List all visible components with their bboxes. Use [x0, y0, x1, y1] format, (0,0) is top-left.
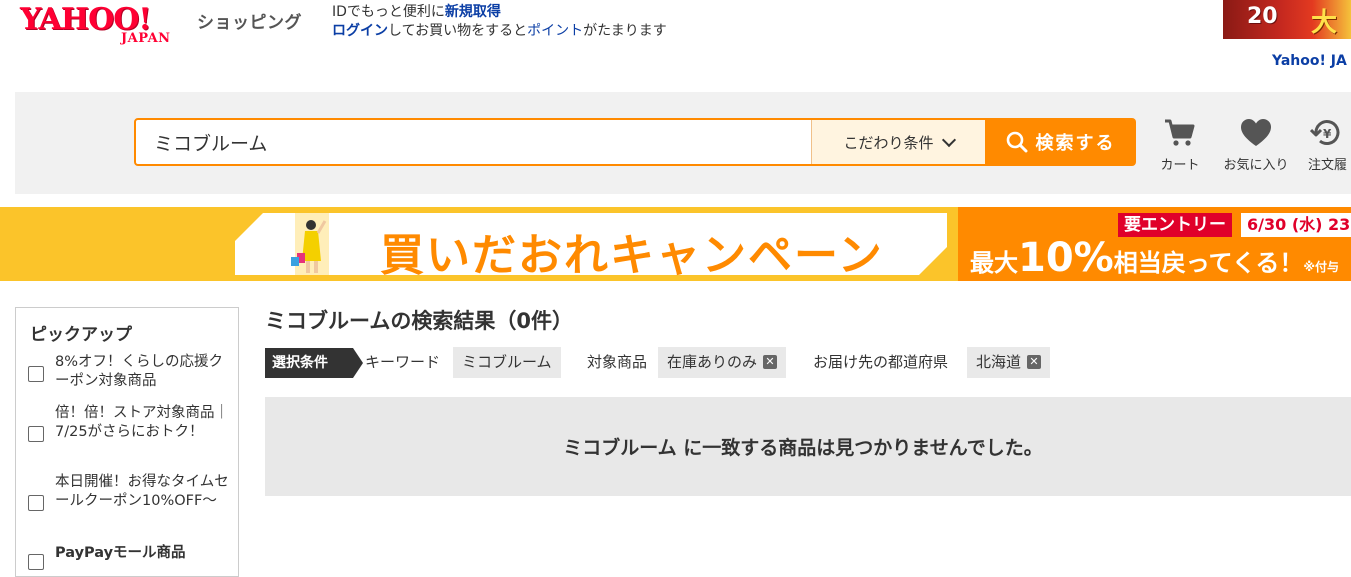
order-history-button[interactable]: ¥ 注文履: [1308, 118, 1351, 176]
shopper-illustration: [291, 213, 329, 275]
sidebar-item-label: 8%オフ！くらしの応援クーポン対象商品: [55, 354, 224, 389]
prefecture-label: お届け先の都道府県: [813, 353, 949, 371]
campaign-offer-text: 最大10%相当戻ってくる！※付与: [970, 235, 1339, 281]
keyword-chip-value: ミコブルーム: [462, 353, 552, 371]
checkbox[interactable]: [28, 554, 44, 570]
campaign-percent: 10%: [1018, 235, 1114, 281]
cart-button[interactable]: カート: [1150, 118, 1210, 176]
cart-label: カート: [1160, 158, 1200, 173]
svg-text:¥: ¥: [1323, 127, 1332, 141]
favorites-label: お気に入り: [1223, 158, 1289, 173]
sidebar-item-timesale[interactable]: 本日開催！お得なタイムセールクーポン10%OFF〜: [28, 473, 229, 531]
search-button[interactable]: 検索する: [985, 118, 1136, 166]
heart-icon: [1241, 119, 1271, 146]
logo-shopping[interactable]: ショッピング: [197, 8, 302, 33]
login-text-3: がたまります: [583, 23, 667, 39]
yahoo-japan-link[interactable]: Yahoo! JA: [1272, 53, 1347, 69]
no-result-text: ミコブルーム に一致する商品は見つかりませんでした。: [563, 437, 1043, 459]
sidebar-title: ピックアップ: [30, 325, 132, 345]
target-label: 対象商品: [587, 353, 648, 371]
history-label: 注文履: [1308, 158, 1348, 173]
cart-icon: [1165, 119, 1195, 146]
campaign-date: 6/30 (水) 23: [1241, 213, 1351, 237]
target-chip: 在庫ありのみ ✕: [658, 347, 787, 378]
keyword-chip: ミコブルーム: [453, 347, 561, 378]
page-title: ミコブルームの検索結果（0件）: [265, 309, 573, 333]
sidebar-item-paypay[interactable]: PayPayモール商品: [28, 544, 228, 570]
campaign-offer-panel: 要エントリー 6/30 (水) 23 最大10%相当戻ってくる！※付与: [958, 207, 1351, 281]
logo-sub-text: JAPAN: [121, 31, 171, 46]
point-link[interactable]: ポイント: [527, 23, 583, 39]
kodawari-label: こだわり条件: [843, 133, 934, 152]
login-link[interactable]: ログイン: [332, 23, 388, 39]
selected-conditions: 選択条件 キーワード ミコブルーム 対象商品 在庫ありのみ ✕ お届け先の都道府県…: [265, 347, 1351, 378]
login-text: IDでもっと便利に: [332, 4, 445, 20]
search-icon: [1006, 131, 1027, 153]
chevron-down-icon: [941, 132, 956, 147]
yahoo-logo[interactable]: YAHOO! JAPAN: [20, 2, 192, 48]
checkbox[interactable]: [28, 366, 44, 382]
close-icon[interactable]: ✕: [763, 354, 778, 369]
promo-banner-number: 20: [1247, 4, 1278, 29]
entry-required-tag: 要エントリー: [1118, 213, 1232, 237]
search-box: こだわり条件 検索する: [134, 118, 1136, 166]
campaign-banner[interactable]: 買いだおれキャンペーン 要エントリー 6/30 (水) 23 最大10%相当戻っ…: [0, 207, 1351, 281]
prefecture-chip-value: 北海道: [976, 353, 1022, 371]
pickup-sidebar: ピックアップ 8%オフ！くらしの応援クーポン対象商品 倍！倍！ストア対象商品｜7…: [15, 307, 239, 577]
checkbox[interactable]: [28, 426, 44, 442]
close-icon[interactable]: ✕: [1027, 354, 1042, 369]
campaign-title: 買いだおれキャンペーン: [380, 230, 884, 281]
campaign-max-prefix: 最大: [970, 249, 1018, 277]
promo-banner-mini[interactable]: 20 大: [1223, 0, 1351, 39]
sidebar-item-store[interactable]: 倍！倍！ストア対象商品｜7/25がさらにおトク！: [28, 404, 229, 462]
campaign-note: ※付与: [1303, 260, 1340, 274]
search-input[interactable]: [136, 120, 810, 164]
sidebar-item-label: 倍！倍！ストア対象商品｜7/25がさらにおトク！: [55, 405, 229, 440]
search-button-label: 検索する: [1035, 133, 1116, 154]
campaign-suffix: 相当戻ってくる！: [1113, 249, 1304, 277]
sidebar-item-label: 本日開催！お得なタイムセールクーポン10%OFF〜: [55, 474, 229, 509]
kodawari-dropdown[interactable]: こだわり条件: [811, 120, 985, 164]
promo-banner-kanji: 大: [1311, 8, 1338, 38]
sidebar-item-coupon[interactable]: 8%オフ！くらしの応援クーポン対象商品: [28, 353, 228, 393]
login-info: IDでもっと便利に新規取得 ログインしてお買い物をするとポイントがたまります: [332, 3, 667, 41]
no-result-message: ミコブルーム に一致する商品は見つかりませんでした。: [265, 397, 1351, 496]
login-text-2: してお買い物をすると: [388, 23, 528, 39]
register-link[interactable]: 新規取得: [445, 4, 501, 20]
favorites-button[interactable]: お気に入り: [1221, 118, 1291, 176]
conditions-tag: 選択条件: [265, 348, 363, 378]
prefecture-chip: 北海道 ✕: [967, 347, 1051, 378]
checkbox[interactable]: [28, 495, 44, 511]
keyword-label: キーワード: [365, 353, 441, 371]
history-icon: ¥: [1310, 120, 1340, 145]
campaign-title-panel: 買いだおれキャンペーン: [235, 213, 947, 281]
target-chip-value: 在庫ありのみ: [667, 353, 758, 371]
sidebar-item-label: PayPayモール商品: [55, 545, 186, 561]
